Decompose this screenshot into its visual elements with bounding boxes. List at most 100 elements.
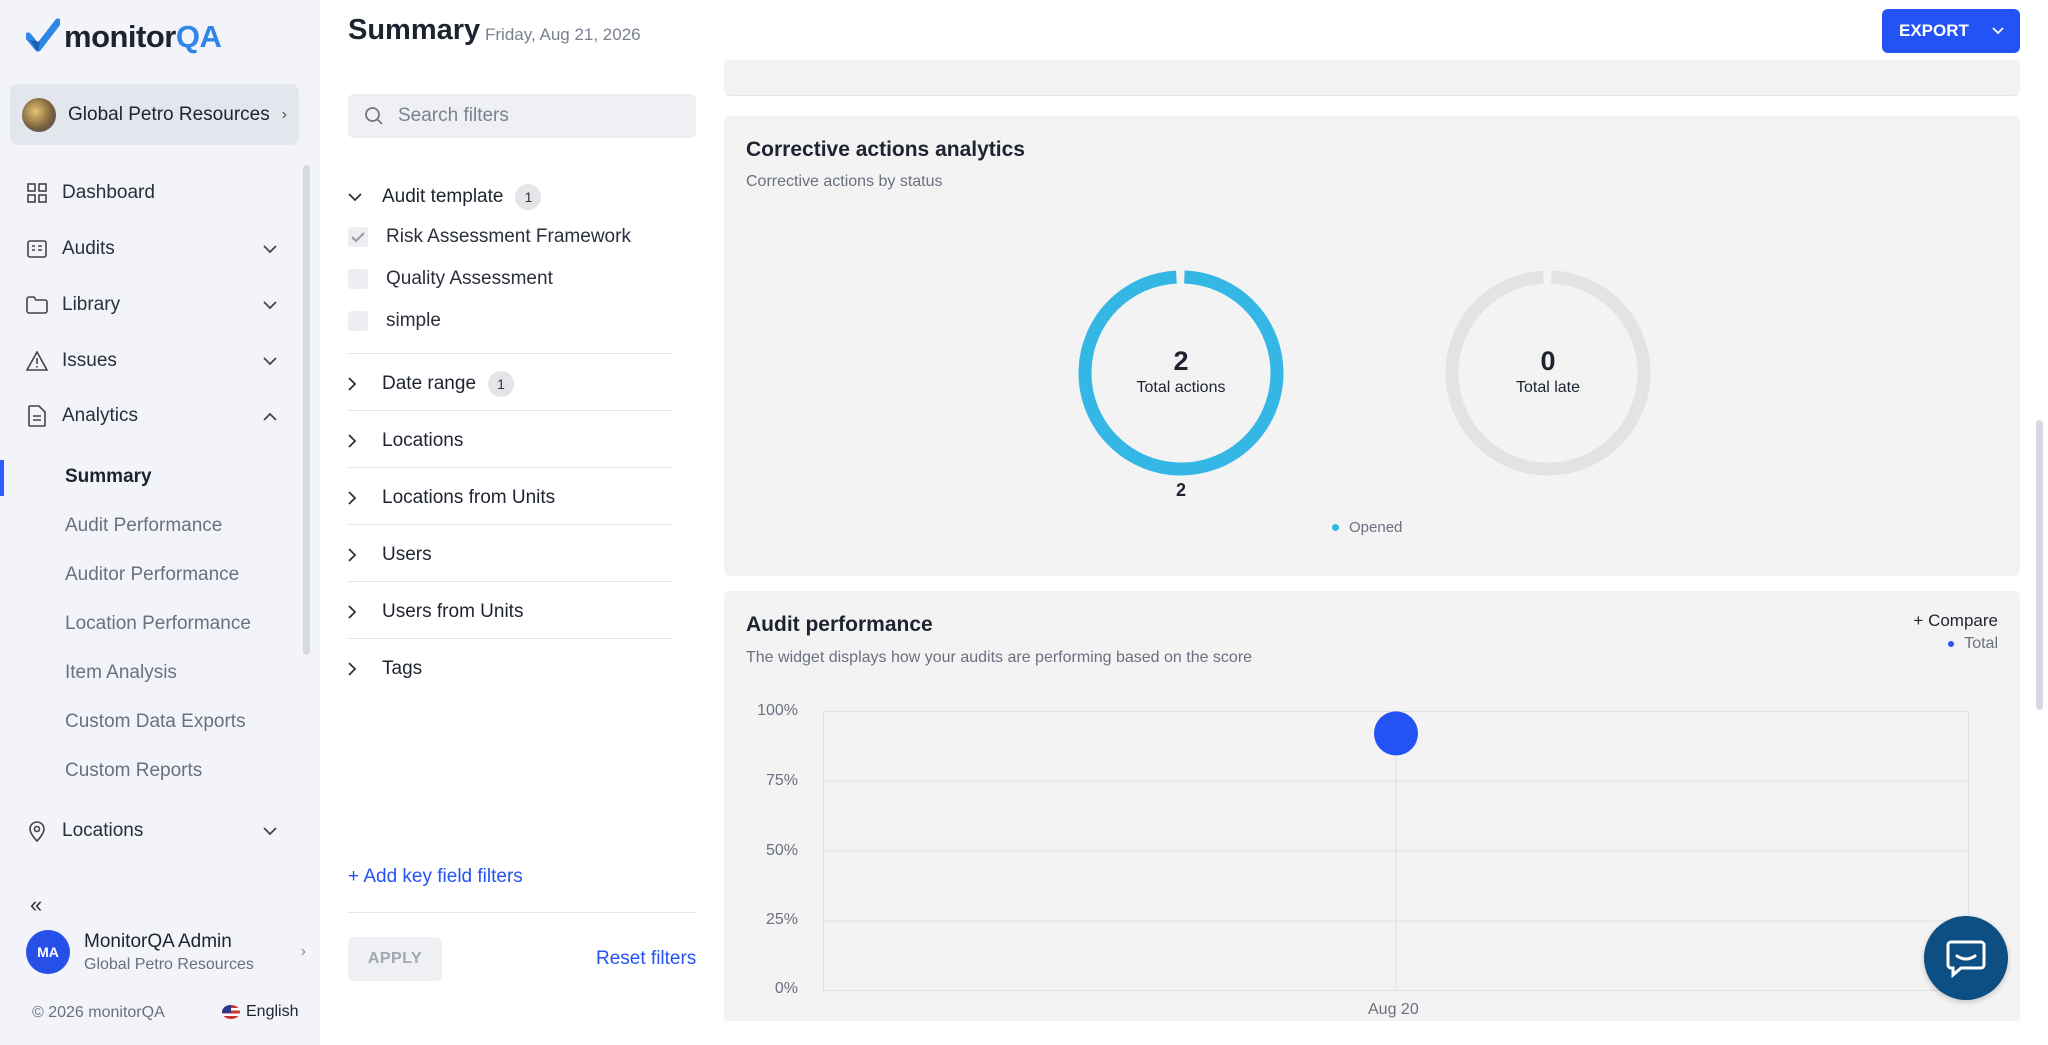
chevron-down-icon — [1976, 27, 2020, 35]
language-selector[interactable]: English — [222, 1003, 298, 1021]
total-actions-value: 2 — [1173, 346, 1189, 376]
legend-total[interactable]: Total — [1948, 635, 1998, 653]
card-title: Corrective actions analytics — [746, 138, 1025, 161]
filter-group-label: Date range — [382, 373, 477, 394]
filter-group-locations-from-units[interactable]: Locations from Units — [348, 483, 673, 513]
total-actions-label: Total actions — [1136, 379, 1226, 396]
filter-option[interactable]: Risk Assessment Framework — [348, 226, 631, 248]
data-point — [1374, 711, 1418, 756]
filter-group-users[interactable]: Users — [348, 540, 673, 570]
audit-performance-chart — [823, 711, 1969, 991]
filter-group-tags[interactable]: Tags — [348, 654, 673, 684]
divider — [348, 638, 673, 639]
filter-group-label: Tags — [382, 658, 423, 679]
location-pin-icon — [26, 820, 48, 842]
language-label: English — [246, 1003, 299, 1020]
chevron-right-icon — [348, 377, 364, 391]
divider — [348, 353, 673, 354]
filter-option-label: Risk Assessment Framework — [386, 226, 631, 247]
checkbox-checked[interactable] — [348, 227, 368, 247]
filter-group-locations[interactable]: Locations — [348, 426, 673, 456]
sidebar-item-label: Analytics — [62, 405, 139, 426]
apply-button[interactable]: APPLY — [348, 937, 442, 981]
filters-panel: Search filters — [348, 94, 696, 138]
chat-button[interactable] — [1924, 916, 2008, 1000]
filter-group-users-from-units[interactable]: Users from Units — [348, 597, 673, 627]
checkbox[interactable] — [348, 311, 368, 331]
sidebar-subitem-summary[interactable]: Summary — [65, 466, 152, 488]
avatar: MA — [26, 930, 70, 974]
page-title: Summary — [348, 14, 481, 46]
filter-group-date-range[interactable]: Date range 1 — [348, 369, 673, 399]
y-tick-label: 75% — [765, 772, 798, 789]
sidebar-item-label: Library — [62, 294, 121, 315]
sidebar-subitem-location-performance[interactable]: Location Performance — [65, 613, 251, 635]
sidebar-item-issues[interactable]: Issues — [26, 341, 280, 381]
sidebar: monitorQA Global Petro Resources › Dashb… — [0, 0, 320, 1045]
y-tick-label: 25% — [765, 911, 798, 928]
org-name: Global Petro Resources — [68, 103, 270, 125]
chevron-right-icon — [348, 548, 364, 562]
compare-button[interactable]: + Compare — [1913, 611, 1998, 631]
document-chart-icon — [26, 405, 48, 427]
filter-option[interactable]: Quality Assessment — [348, 268, 553, 290]
filter-option-label: simple — [386, 310, 441, 331]
sidebar-subitem-custom-data-exports[interactable]: Custom Data Exports — [65, 711, 246, 733]
filter-group-label: Users — [382, 544, 432, 565]
grid-icon — [26, 182, 48, 204]
audit-icon — [26, 238, 48, 260]
org-switcher[interactable]: Global Petro Resources › — [10, 84, 299, 145]
user-menu[interactable]: MA MonitorQA Admin Global Petro Resource… — [26, 930, 306, 974]
export-button[interactable]: EXPORT — [1882, 9, 2020, 53]
app-logo[interactable]: monitorQA — [26, 18, 222, 56]
chevron-down-icon — [260, 826, 280, 836]
filter-count-badge: 1 — [515, 184, 542, 210]
search-placeholder: Search filters — [398, 105, 509, 126]
divider — [348, 524, 673, 525]
sidebar-item-library[interactable]: Library — [26, 285, 280, 325]
reset-filters-link[interactable]: Reset filters — [596, 948, 696, 970]
sidebar-subitem-audit-performance[interactable]: Audit Performance — [65, 515, 222, 537]
chevron-right-icon — [348, 491, 364, 505]
sidebar-item-label: Audits — [62, 238, 115, 259]
card-subtitle: The widget displays how your audits are … — [746, 649, 1253, 666]
sidebar-subitem-auditor-performance[interactable]: Auditor Performance — [65, 564, 239, 586]
checkbox[interactable] — [348, 269, 368, 289]
x-tick-label: Aug 20 — [1368, 1001, 1419, 1018]
y-tick-label: 0% — [774, 980, 798, 997]
sidebar-item-label: Locations — [62, 820, 144, 841]
sidebar-scrollbar[interactable] — [303, 165, 310, 655]
filter-option[interactable]: simple — [348, 310, 441, 332]
sidebar-item-analytics[interactable]: Analytics — [26, 396, 280, 436]
search-input[interactable]: Search filters — [348, 94, 696, 138]
active-indicator — [0, 460, 4, 496]
sidebar-item-dashboard[interactable]: Dashboard — [26, 173, 280, 213]
sidebar-item-locations[interactable]: Locations — [26, 811, 280, 851]
y-tick-label: 100% — [757, 702, 798, 719]
copyright: © 2026 monitorQA — [32, 1004, 165, 1021]
legend-label: Opened — [1349, 519, 1403, 536]
legend-opened[interactable]: Opened — [1332, 519, 1402, 536]
sidebar-item-audits[interactable]: Audits — [26, 229, 280, 269]
org-avatar — [22, 97, 56, 132]
sidebar-subitem-item-analysis[interactable]: Item Analysis — [65, 662, 177, 684]
chevron-down-icon — [348, 192, 364, 202]
collapse-sidebar-icon[interactable]: « — [30, 892, 42, 918]
total-actions-center: 2 Total actions — [1076, 346, 1286, 397]
card-subtitle: Corrective actions by status — [746, 173, 943, 190]
folder-icon — [26, 294, 48, 316]
divider — [348, 912, 696, 913]
divider — [348, 581, 673, 582]
filter-group-audit-template[interactable]: Audit template 1 — [348, 182, 673, 212]
chevron-right-icon: › — [300, 943, 306, 960]
legend-dot — [1948, 641, 1955, 647]
divider — [348, 467, 673, 468]
filter-group-label: Users from Units — [382, 601, 524, 622]
chevron-down-icon — [260, 356, 280, 366]
main-scrollbar[interactable] — [2036, 420, 2043, 710]
search-icon — [365, 107, 383, 125]
add-key-field-filters-link[interactable]: + Add key field filters — [348, 866, 523, 888]
sidebar-subitem-custom-reports[interactable]: Custom Reports — [65, 760, 202, 782]
chevron-down-icon — [260, 300, 280, 310]
card-title: Audit performance — [746, 613, 933, 636]
